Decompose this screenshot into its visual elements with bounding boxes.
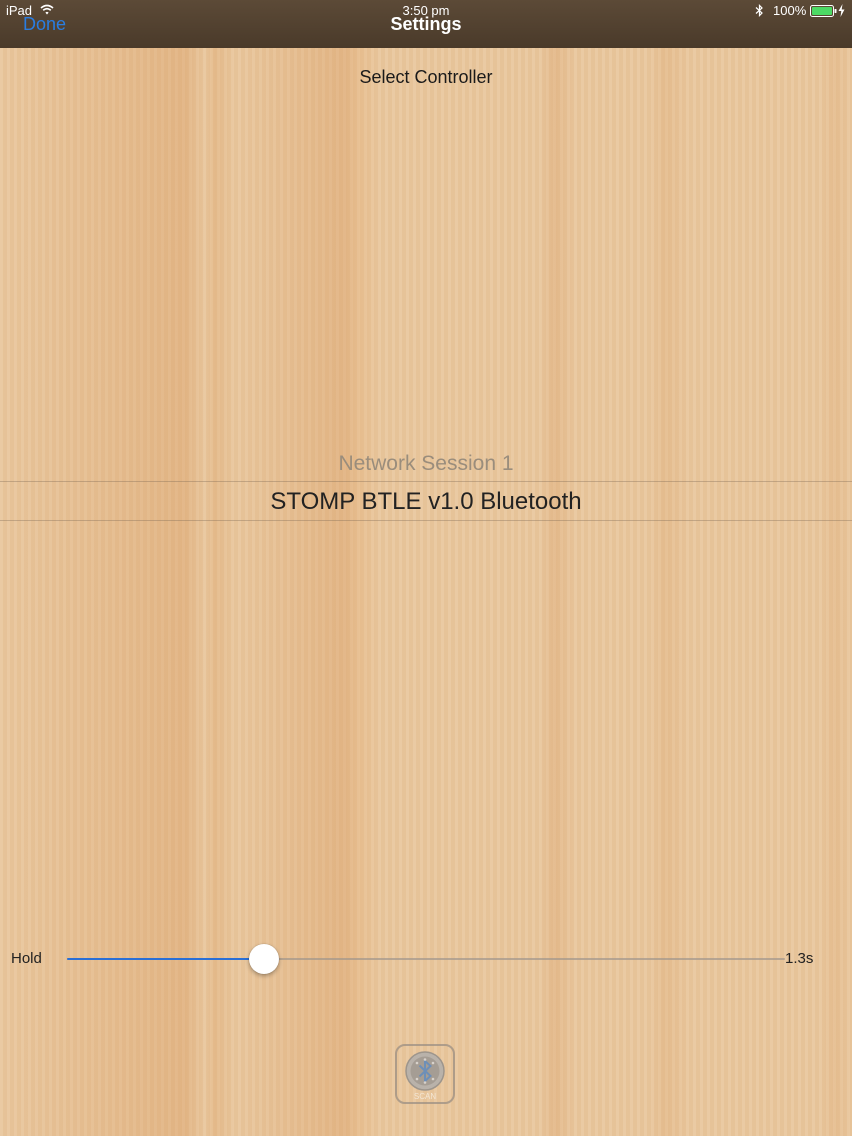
picker-option-selected[interactable]: STOMP BTLE v1.0 Bluetooth: [0, 488, 852, 516]
section-title: Select Controller: [359, 67, 493, 87]
scan-button[interactable]: SCAN: [395, 1044, 455, 1104]
picker-divider-bottom: [0, 520, 852, 521]
status-time: 3:50 pm: [402, 3, 450, 18]
hold-value: 1.3s: [785, 950, 814, 967]
scan-label: SCAN: [413, 1092, 437, 1101]
bolt-icon: [838, 4, 845, 17]
slider-thumb[interactable]: [249, 944, 279, 974]
controller-picker[interactable]: Network Session 1 STOMP BTLE v1.0 Blueto…: [0, 445, 852, 535]
picker-divider-top: [0, 481, 852, 482]
battery-icon: [810, 5, 837, 17]
battery-percent: 100%: [773, 3, 807, 18]
picker-option[interactable]: Network Session 1: [0, 452, 852, 476]
scan-bluetooth-icon: [405, 1051, 445, 1091]
status-bar: iPad 3:50 pm 100%: [0, 0, 852, 22]
hold-label: Hold: [11, 950, 42, 967]
slider-fill: [67, 958, 264, 960]
hold-slider[interactable]: [67, 944, 785, 974]
bluetooth-icon: [755, 4, 763, 17]
